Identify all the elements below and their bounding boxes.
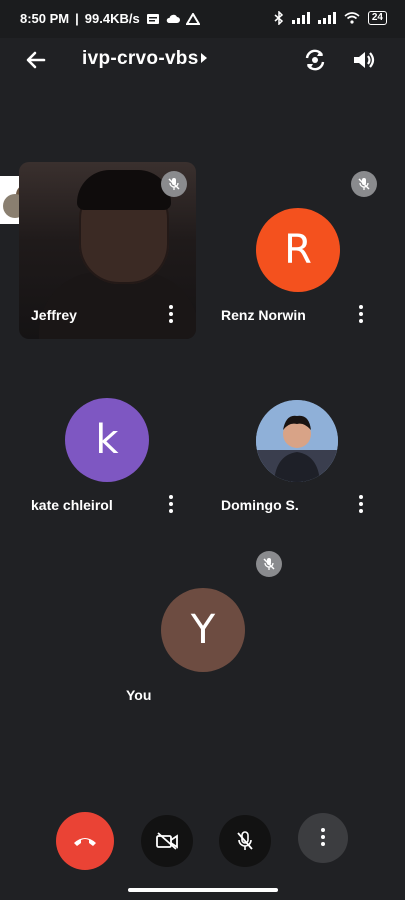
more-vertical-icon[interactable]: [358, 495, 364, 515]
participant-name: Jeffrey: [31, 307, 77, 323]
mic-off-icon: [351, 171, 377, 197]
call-header: ivp-crvo-vbs: [0, 38, 405, 82]
message-icon: [146, 13, 159, 24]
avatar[interactable]: Y: [161, 588, 245, 672]
avatar[interactable]: k: [65, 398, 149, 482]
signal-icon-2: [317, 12, 336, 24]
mic-off-icon: [237, 831, 253, 850]
status-bar: 8:50 PM | 99.4KB/s 24: [0, 0, 405, 38]
avatar-photo[interactable]: [256, 400, 338, 482]
more-options-button[interactable]: [298, 813, 348, 863]
mic-off-icon: [256, 551, 282, 577]
participant-name: kate chleirol: [31, 497, 113, 513]
signal-icon: [291, 12, 310, 24]
status-left: 8:50 PM | 99.4KB/s: [20, 11, 200, 26]
status-time: 8:50 PM: [20, 11, 70, 26]
participant-name: Domingo S.: [221, 497, 299, 513]
more-vertical-icon[interactable]: [168, 305, 174, 325]
more-vertical-icon[interactable]: [168, 495, 174, 515]
participant-name: Renz Norwin: [221, 307, 306, 323]
caret-right-icon[interactable]: [200, 52, 208, 64]
status-right: 24: [274, 11, 387, 25]
end-call-icon: [74, 838, 96, 846]
camera-off-icon: [156, 832, 178, 850]
profile-photo: [256, 400, 338, 482]
battery-indicator: 24: [367, 11, 387, 25]
cloud-icon: [166, 14, 180, 23]
speaker-icon[interactable]: [351, 47, 377, 73]
mic-off-icon: [161, 171, 187, 197]
bluetooth-icon: [274, 11, 283, 25]
camera-toggle-button[interactable]: [141, 815, 193, 867]
mic-toggle-button[interactable]: [219, 815, 271, 867]
switch-camera-icon[interactable]: [302, 47, 328, 73]
home-indicator[interactable]: [128, 888, 278, 892]
wifi-icon: [344, 12, 360, 24]
end-call-button[interactable]: [56, 812, 114, 870]
arrow-left-icon[interactable]: [24, 48, 48, 72]
status-speed: 99.4KB/s: [84, 11, 140, 26]
room-code[interactable]: ivp-crvo-vbs: [82, 48, 199, 70]
video-subject-hair: [77, 170, 171, 210]
avatar[interactable]: R: [256, 208, 340, 292]
more-vertical-icon: [320, 828, 326, 848]
more-vertical-icon[interactable]: [358, 305, 364, 325]
participant-name: You: [126, 687, 152, 703]
drive-icon: [185, 12, 200, 25]
status-separator: |: [75, 11, 79, 26]
